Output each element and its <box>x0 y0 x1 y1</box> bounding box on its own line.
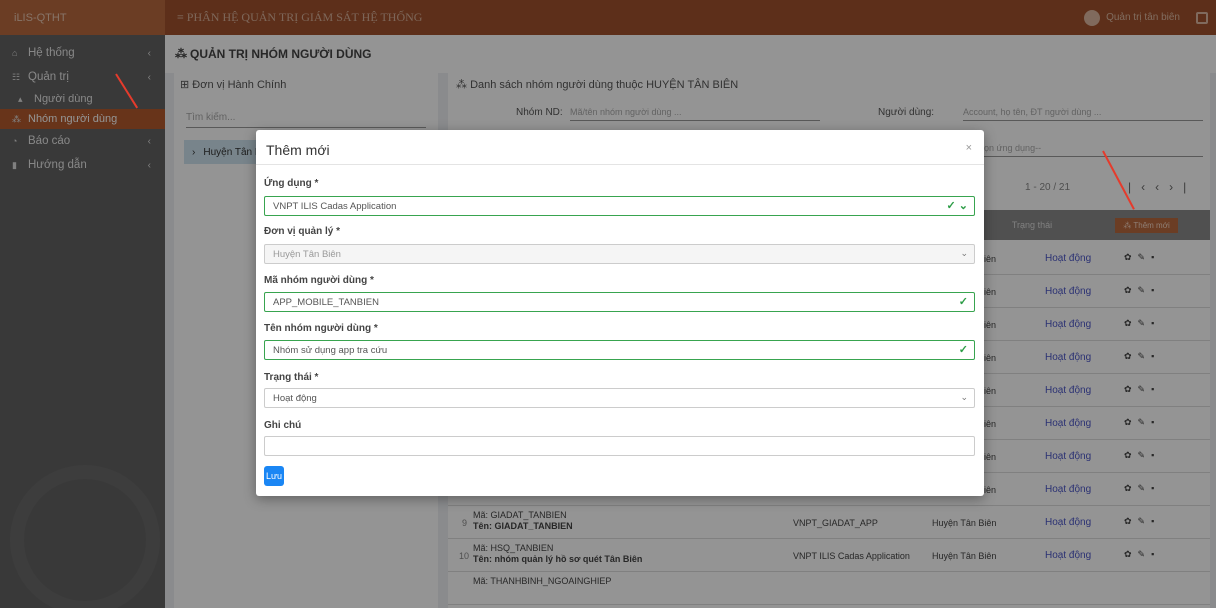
group-code-input[interactable]: APP_MOBILE_TANBIEN ✓ <box>264 292 975 312</box>
app-label: Ứng dụng * <box>264 178 319 189</box>
chevron-down-icon: ⌄ <box>960 392 968 402</box>
chevron-down-icon: ⌄ <box>960 248 968 258</box>
check-icon: ✓ <box>958 344 968 356</box>
divider <box>256 164 984 165</box>
check-dropdown-icon: ✓ ⌄ <box>946 200 969 212</box>
code-label: Mã nhóm người dùng * <box>264 275 374 286</box>
note-input[interactable] <box>264 436 975 456</box>
app-select[interactable]: VNPT ILIS Cadas Application ✓ ⌄ <box>264 196 975 216</box>
group-name-input[interactable]: Nhóm sử dụng app tra cứu ✓ <box>264 340 975 360</box>
unit-select: Huyện Tân Biên ⌄ <box>264 244 975 264</box>
modal-title: Thêm mới <box>266 142 330 158</box>
add-group-modal: Thêm mới × Ứng dụng * VNPT ILIS Cadas Ap… <box>256 130 984 496</box>
close-icon[interactable]: × <box>966 142 972 154</box>
unit-label: Đơn vị quản lý * <box>264 226 341 237</box>
save-button[interactable]: Lưu <box>264 466 284 486</box>
status-label: Trạng thái * <box>264 372 319 383</box>
status-select[interactable]: Hoạt động ⌄ <box>264 388 975 408</box>
name-label: Tên nhóm người dùng * <box>264 323 378 334</box>
check-icon: ✓ <box>958 296 968 308</box>
note-label: Ghi chú <box>264 420 302 431</box>
